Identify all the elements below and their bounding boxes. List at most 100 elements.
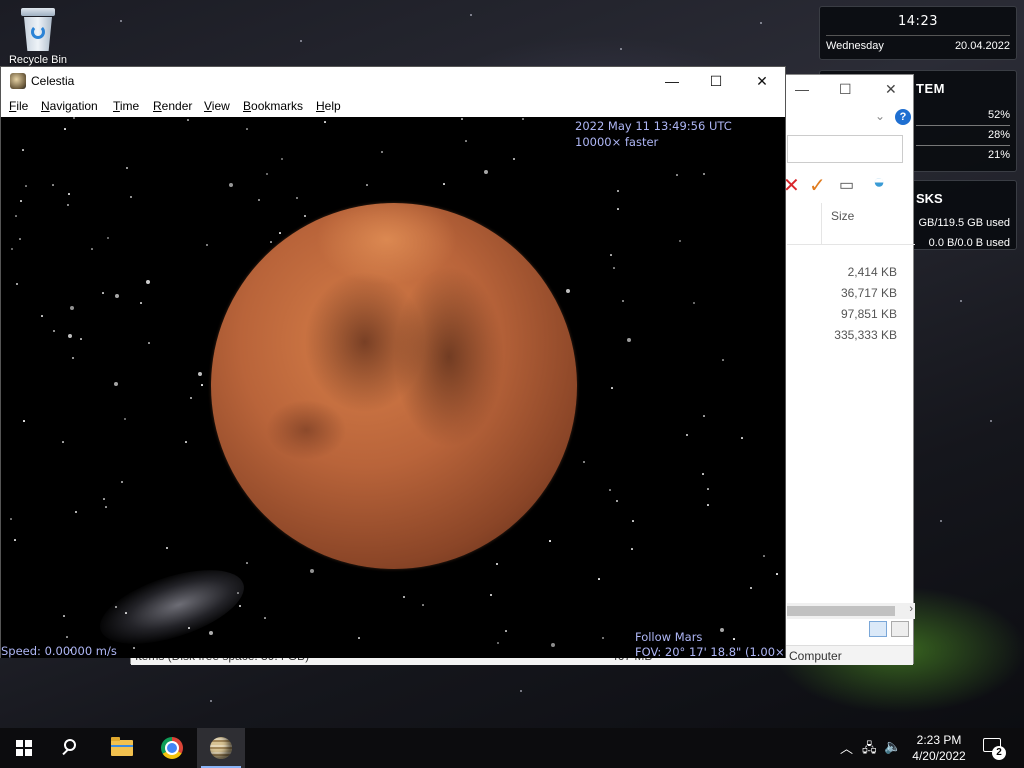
checkmark-icon[interactable]: ✓ xyxy=(809,173,826,198)
star xyxy=(146,280,150,284)
menu-file[interactable]: File xyxy=(9,99,28,113)
star xyxy=(707,488,709,490)
menu-time[interactable]: Time xyxy=(113,99,139,113)
volume-icon[interactable]: 🔈 xyxy=(884,738,901,755)
star xyxy=(103,498,105,500)
star xyxy=(10,518,12,520)
maximize-icon[interactable]: ☐ xyxy=(839,81,852,98)
windows-icon xyxy=(16,740,32,756)
details-view-icon[interactable] xyxy=(869,621,887,637)
minimize-icon[interactable]: — xyxy=(795,81,809,97)
celestia-titlebar[interactable]: Celestia — ☐ ✕ xyxy=(1,67,785,95)
shell-icon[interactable]: ◒ xyxy=(873,171,885,194)
star xyxy=(68,334,72,338)
disk-used: GB/119.5 GB used xyxy=(918,217,1010,229)
desktop-star xyxy=(940,520,942,522)
desktop-star xyxy=(520,690,522,692)
star xyxy=(484,170,488,174)
clock-gadget: 14:23 Wednesday 20.04.2022 xyxy=(819,6,1017,60)
star xyxy=(188,627,190,629)
folder-icon xyxy=(111,737,133,756)
celestia-icon xyxy=(210,737,232,759)
close-button[interactable]: ✕ xyxy=(739,67,785,95)
scroll-right-icon[interactable]: › xyxy=(909,603,913,615)
desktop-star xyxy=(210,700,212,702)
star xyxy=(304,215,306,217)
network-icon[interactable]: 🖧 xyxy=(862,739,877,761)
star xyxy=(676,174,678,176)
star xyxy=(25,185,27,187)
mars-planet[interactable] xyxy=(211,203,577,569)
taskbar-clock[interactable]: 2:23 PM 4/20/2022 xyxy=(906,732,972,764)
star xyxy=(505,630,507,632)
star xyxy=(750,587,752,589)
start-button[interactable] xyxy=(0,728,48,768)
star xyxy=(246,562,248,564)
star xyxy=(693,302,695,304)
star xyxy=(237,592,239,594)
star xyxy=(616,500,618,502)
horizontal-scrollbar[interactable]: › xyxy=(787,603,915,619)
star xyxy=(52,184,54,186)
menu-navigation[interactable]: Navigation xyxy=(41,99,98,113)
star xyxy=(11,248,13,250)
star xyxy=(496,563,498,565)
notification-badge: 2 xyxy=(992,746,1006,760)
star xyxy=(632,520,634,522)
star xyxy=(66,636,68,638)
menu-bookmarks[interactable]: Bookmarks xyxy=(243,99,303,113)
menu-render[interactable]: Render xyxy=(153,99,192,113)
star xyxy=(324,121,326,123)
star xyxy=(609,489,611,491)
star xyxy=(70,306,74,310)
chevron-down-icon[interactable]: ⌄ xyxy=(875,109,885,123)
file-size: 36,717 KB xyxy=(840,286,897,300)
star xyxy=(522,118,524,120)
star xyxy=(229,183,233,187)
column-header[interactable]: Size xyxy=(787,203,915,245)
hud-time-rate: 10000× faster xyxy=(575,135,659,149)
disks-gadget-title: SKS xyxy=(916,191,943,206)
cpu-usage: 52% xyxy=(987,109,1010,121)
menu-help[interactable]: Help xyxy=(316,99,341,113)
star xyxy=(121,481,123,483)
file-manager-titlebar[interactable]: — ☐ ✕ xyxy=(787,75,913,105)
space-viewport[interactable]: 2022 May 11 13:49:56 UTC 10000× faster S… xyxy=(1,117,785,658)
star xyxy=(102,292,104,294)
star xyxy=(115,294,119,298)
window-title: Celestia xyxy=(31,74,75,88)
star xyxy=(67,204,69,206)
help-icon[interactable]: ? xyxy=(895,109,911,125)
file-explorer-button[interactable] xyxy=(98,728,146,768)
star xyxy=(497,642,499,644)
desktop-star xyxy=(960,300,962,302)
star xyxy=(80,338,82,340)
star xyxy=(16,283,18,285)
close-icon[interactable]: ✕ xyxy=(885,81,897,98)
show-hidden-icons-icon[interactable]: ︿ xyxy=(840,738,853,757)
recycle-bin-icon xyxy=(19,8,57,52)
action-center-button[interactable]: 2 xyxy=(980,736,1006,760)
star xyxy=(381,151,383,153)
search-button[interactable] xyxy=(48,728,96,768)
chrome-button[interactable] xyxy=(148,728,196,768)
recycle-bin-shortcut[interactable]: Recycle Bin xyxy=(6,4,70,66)
properties-icon[interactable]: ▭ xyxy=(839,175,854,195)
minimize-button[interactable]: — xyxy=(649,67,695,95)
star xyxy=(91,248,93,250)
maximize-button[interactable]: ☐ xyxy=(693,67,739,95)
taskbar-date: 4/20/2022 xyxy=(912,749,966,763)
thumbnail-view-icon[interactable] xyxy=(891,621,909,637)
ram-bar xyxy=(916,145,1010,146)
celestia-window[interactable]: Celestia — ☐ ✕ File Navigation Time Rend… xyxy=(0,66,786,658)
menu-view[interactable]: View xyxy=(204,99,230,113)
star xyxy=(686,434,688,436)
star xyxy=(611,387,613,389)
desktop-star xyxy=(990,420,992,422)
file-size: 97,851 KB xyxy=(840,307,897,321)
celestia-taskbar-button[interactable] xyxy=(197,728,245,768)
star xyxy=(551,643,555,647)
file-size: 335,333 KB xyxy=(834,328,897,342)
address-bar[interactable] xyxy=(787,135,903,163)
size-column-header[interactable]: Size xyxy=(831,209,854,223)
